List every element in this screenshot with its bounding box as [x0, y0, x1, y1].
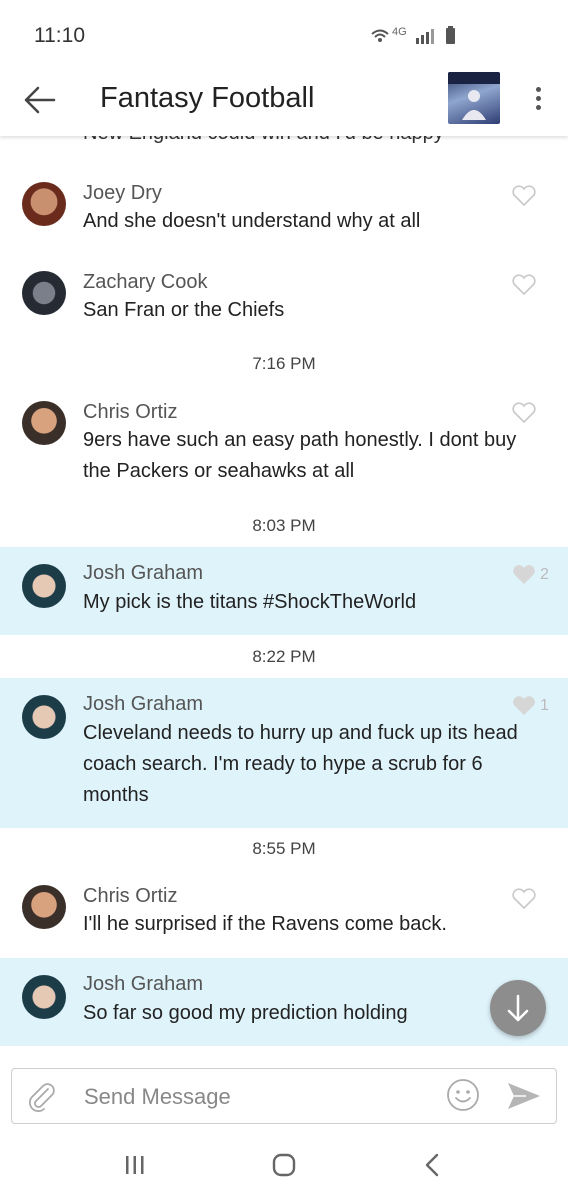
smiley-icon [447, 1079, 479, 1111]
page-title: Fantasy Football [100, 82, 315, 114]
avatar[interactable] [22, 401, 66, 445]
paperclip-icon [28, 1083, 55, 1113]
message-author[interactable]: Joey Dry [83, 182, 162, 205]
group-avatar[interactable] [448, 72, 500, 124]
send-icon [508, 1083, 540, 1109]
avatar[interactable] [22, 271, 66, 315]
heart-filled-icon[interactable] [511, 694, 537, 718]
message-item: Chris Ortiz I'll he surprised if the Rav… [0, 869, 568, 953]
message-item: Chris Ortiz 9ers have such an easy path … [0, 383, 568, 499]
back-button[interactable] [20, 80, 60, 120]
partial-message-text: New England could win and I'd be happy [83, 136, 444, 145]
message-author[interactable]: Zachary Cook [83, 271, 208, 294]
recents-button[interactable] [122, 1154, 148, 1176]
message-feed[interactable]: New England could win and I'd be happy J… [0, 136, 568, 1048]
home-button[interactable] [271, 1152, 297, 1178]
message-text: I'll he surprised if the Ravens come bac… [83, 913, 447, 935]
avatar[interactable] [22, 885, 66, 929]
avatar[interactable] [22, 695, 66, 739]
nav-back-button[interactable] [422, 1152, 442, 1178]
message-input[interactable] [82, 1079, 436, 1115]
message-text: My pick is the titans #ShockTheWorld [83, 591, 417, 613]
avatar[interactable] [22, 564, 66, 608]
group-photo-icon [462, 90, 486, 120]
timestamp-divider: 8:22 PM [252, 647, 316, 666]
message-author[interactable]: Josh Graham [83, 562, 203, 585]
like-count: 2 [540, 566, 549, 583]
heart-outline-icon[interactable] [511, 401, 537, 425]
app-bar: Fantasy Football [0, 68, 568, 136]
system-nav-bar [0, 1130, 568, 1200]
heart-outline-icon[interactable] [511, 184, 537, 208]
wifi-signal-battery-icon [371, 26, 455, 44]
message-text: Cleveland needs to hurry up and fuck up … [83, 722, 518, 806]
avatar[interactable] [22, 975, 66, 1019]
network-type: 4G [392, 26, 407, 38]
message-item: Josh Graham Cleveland needs to hurry up … [0, 678, 568, 828]
message-author[interactable]: Josh Graham [83, 973, 203, 996]
avatar[interactable] [22, 182, 66, 226]
message-item: Joey Dry And she doesn't understand why … [0, 166, 568, 250]
heart-outline-icon[interactable] [511, 887, 537, 911]
timestamp-divider: 8:55 PM [252, 839, 316, 858]
message-item: Josh Graham My pick is the titans #Shock… [0, 547, 568, 635]
message-author[interactable]: Chris Ortiz [83, 885, 177, 908]
status-bar: 11:10 4G [0, 0, 568, 68]
timestamp-divider: 8:03 PM [252, 516, 316, 535]
status-time: 11:10 [34, 24, 85, 47]
message-text: San Fran or the Chiefs [83, 299, 285, 321]
message-author[interactable]: Josh Graham [83, 693, 203, 716]
recents-icon [126, 1156, 144, 1174]
arrow-down-icon [507, 994, 529, 1022]
like-count: 1 [540, 697, 549, 714]
message-item: Josh Graham So far so good my prediction… [0, 958, 568, 1046]
message-text: And she doesn't understand why at all [83, 210, 421, 232]
nav-back-icon [425, 1153, 439, 1177]
scroll-to-bottom-button[interactable] [490, 980, 546, 1036]
heart-outline-icon[interactable] [511, 273, 537, 297]
timestamp-divider: 7:16 PM [252, 354, 316, 373]
home-icon [272, 1153, 296, 1177]
message-item: Zachary Cook San Fran or the Chiefs [0, 255, 568, 339]
attach-button[interactable] [24, 1079, 58, 1113]
status-icons: 4G [368, 24, 458, 48]
send-button[interactable] [504, 1079, 544, 1113]
message-composer [11, 1068, 557, 1124]
more-menu-button[interactable] [527, 84, 549, 118]
message-text: 9ers have such an easy path honestly. I … [83, 429, 517, 482]
message-text: So far so good my prediction holding [83, 1002, 408, 1024]
arrow-left-icon [24, 86, 56, 114]
emoji-button[interactable] [445, 1077, 481, 1113]
message-author[interactable]: Chris Ortiz [83, 401, 177, 424]
heart-filled-icon[interactable] [511, 563, 537, 587]
